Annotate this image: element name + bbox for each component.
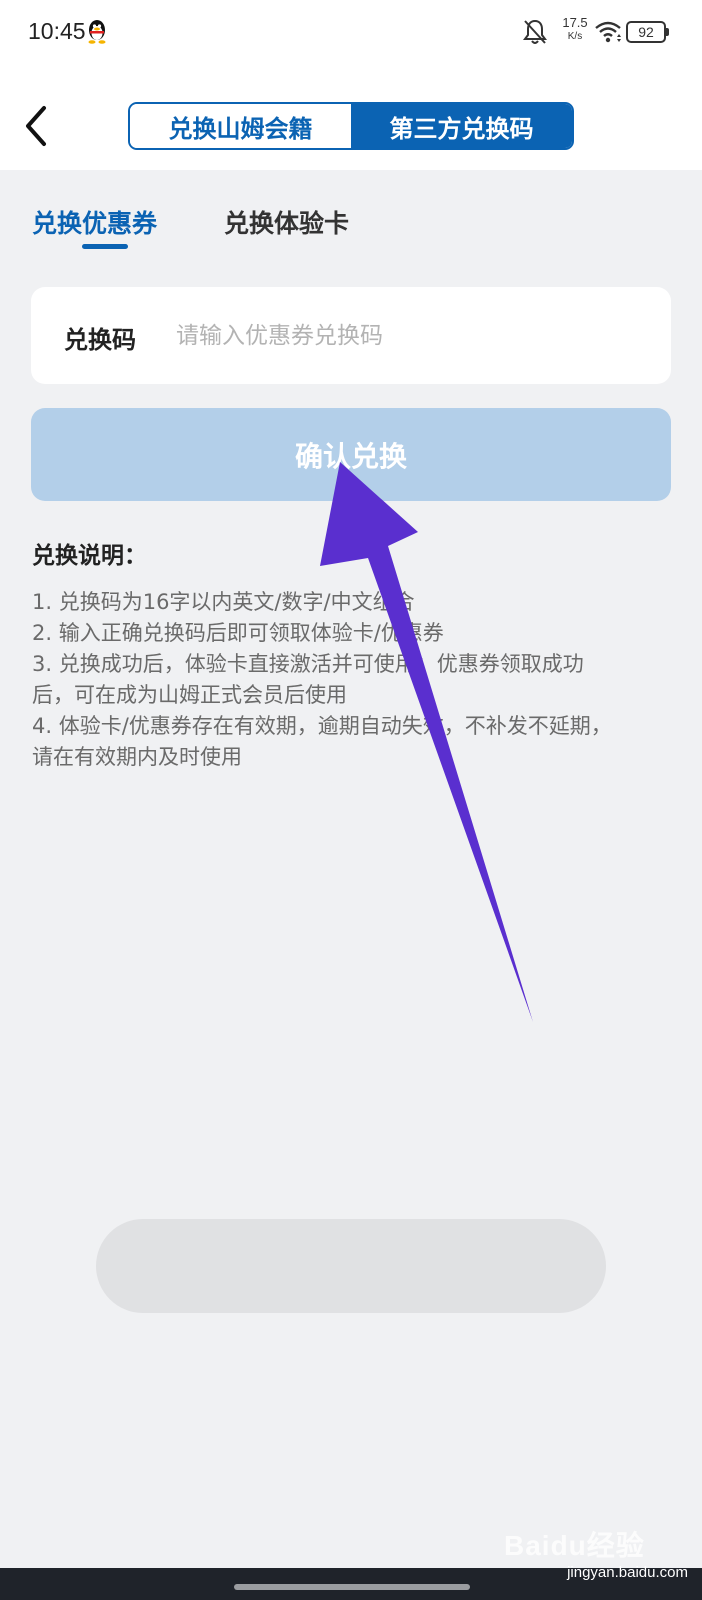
tab-redeem-coupon[interactable]: 兑换优惠券 xyxy=(32,204,157,240)
home-indicator[interactable] xyxy=(234,1584,470,1590)
network-speed: 17.5 K/s xyxy=(560,16,590,42)
active-tab-indicator xyxy=(82,244,128,249)
status-time: 10:45 xyxy=(28,18,86,44)
annotation-arrow xyxy=(320,462,533,1022)
instruction-item: 后，可在成为山姆正式会员后使用 xyxy=(32,683,347,707)
bell-off-icon xyxy=(523,19,547,44)
membership-segmented-control: 兑换山姆会籍 第三方兑换码 xyxy=(128,102,574,150)
instructions-list: 1. 兑换码为16字以内英文/数字/中文组合 2. 输入正确兑换码后即可领取体验… xyxy=(32,587,672,773)
confirm-redeem-button[interactable]: 确认兑换 xyxy=(31,408,671,501)
watermark-brand: Baidu经验 xyxy=(504,1530,645,1561)
battery-level: 92 xyxy=(626,21,666,43)
tab-redeem-trial-card[interactable]: 兑换体验卡 xyxy=(224,204,349,240)
toast-placeholder xyxy=(96,1219,606,1313)
chevron-left-icon xyxy=(26,106,46,146)
redeem-code-input[interactable] xyxy=(176,311,646,361)
qq-penguin-icon xyxy=(88,20,106,44)
battery-cap xyxy=(666,28,669,36)
battery-icon: 92 xyxy=(626,21,670,43)
redeem-code-card: 兑换码 xyxy=(31,287,671,384)
instruction-item: 3. 兑换成功后，体验卡直接激活并可使用；优惠券领取成功 xyxy=(32,652,584,676)
instruction-item: 请在有效期内及时使用 xyxy=(32,745,242,769)
instructions-title: 兑换说明： xyxy=(32,543,147,569)
instruction-item: 2. 输入正确兑换码后即可领取体验卡/优惠券 xyxy=(32,621,444,645)
network-speed-unit: K/s xyxy=(567,31,583,42)
segment-sams-membership[interactable]: 兑换山姆会籍 xyxy=(130,104,351,148)
baidu-jingyan-watermark: Baidu经验 jingyan.baidu.com xyxy=(498,1524,688,1594)
segment-third-party-code[interactable]: 第三方兑换码 xyxy=(351,104,572,148)
watermark-site: jingyan.baidu.com xyxy=(567,1564,688,1581)
network-speed-value: 17.5 xyxy=(562,15,588,30)
status-bar: 10:45 17.5 K/s 92 xyxy=(0,0,702,66)
wifi-icon xyxy=(595,21,621,43)
instruction-item: 1. 兑换码为16字以内英文/数字/中文组合 xyxy=(32,590,415,614)
redeem-code-label: 兑换码 xyxy=(64,326,136,354)
instruction-item: 4. 体验卡/优惠券存在有效期，逾期自动失效，不补发不延期， xyxy=(32,714,612,738)
back-button[interactable] xyxy=(20,104,56,148)
